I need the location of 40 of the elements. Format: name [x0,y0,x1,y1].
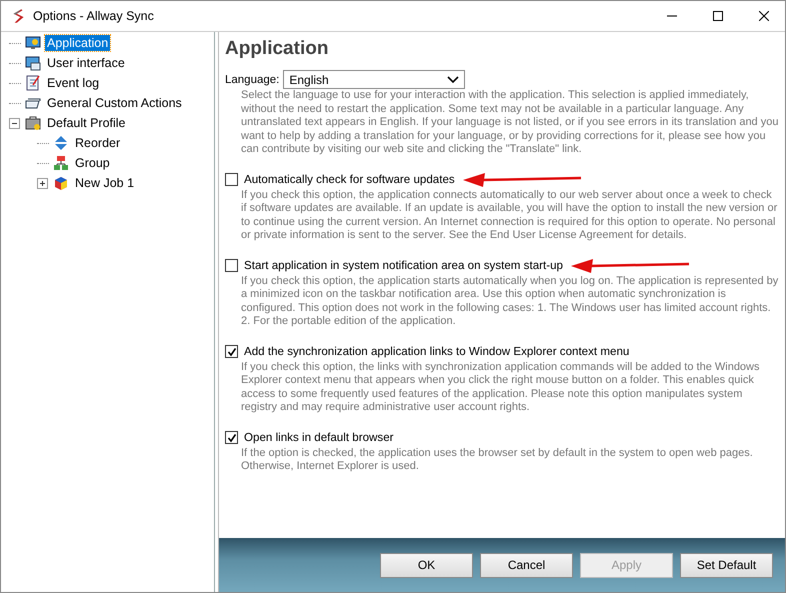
tree-item[interactable]: Application [45,35,110,51]
tree-item[interactable]: Event log [45,75,102,91]
dialog-button[interactable]: OK [380,552,473,578]
option-label[interactable]: Open links in default browser [244,431,394,444]
checkbox[interactable] [225,259,238,272]
tree-item[interactable]: Group [73,155,112,171]
option-label[interactable]: Add the synchronization application links to Window Explorer context menu [244,345,630,358]
close-icon[interactable] [759,11,769,21]
checkbox[interactable] [225,345,238,358]
monitor-icon [25,55,41,71]
chevron-down-icon [447,76,460,84]
tree-item[interactable]: New Job 1 [73,175,136,191]
tree-item[interactable]: User interface [45,55,127,71]
option-label[interactable]: Automatically check for software updates [244,173,455,186]
checkbox[interactable] [225,173,238,186]
language-label: Language: [225,74,280,86]
option-description: Select the language to use for your interaction with the application. This selection is applied immediately, without the need to restart the application. Some text may not be available in a particular language. Any untranslated text appears in English. If your language is not listed, or if you see errors in its translation and you want to help by adding a translation for your language, or by providing corrections for it, please see how you can contribute by visiting our web site and clicking the "Translate" link. [241,89,779,156]
language-dropdown[interactable]: English [283,70,466,89]
briefcase-icon [25,115,41,131]
dialog-button[interactable]: Cancel [480,552,573,578]
expander-icon[interactable] [9,118,20,128]
page-heading: Application [225,38,330,60]
option-description: If the option is checked, the application uses the browser set by default in the system to open web pages. Otherwise, Internet Explorer is used. [241,446,754,474]
window-title: Options - Allway Sync [33,9,154,23]
monitor-icon [25,35,41,51]
up-down-arrows-icon [53,135,69,151]
maximize-icon[interactable] [713,11,723,21]
tree-item[interactable]: Reorder [73,135,122,151]
notebook-icon [25,75,41,91]
option-description: If you check this option, the application starts automatically when you log on. The application is represented by a minimized icon on the taskbar notification area. Use this option when automatic synchronization is configured. This option does not work in the following cases: 1. The Windows user has limited account rights. 2. For the portable edition of the application. [241,274,779,328]
option-description: If you check this option, the application connects automatically to our web server about once a week to check if software updates are available. If an update is available, you will have the option to install the new version or to continue using the current version. An Internet connection is required for this option to operate. No personal or private information is sent to the server. See the End User License Agreement for details. [241,188,778,242]
hierarchy-icon [53,155,69,171]
checkbox[interactable] [225,431,238,444]
cube-icon [53,175,69,191]
tree-item[interactable]: General Custom Actions [45,95,184,111]
tree-item[interactable]: Default Profile [45,115,128,131]
option-description: If you check this option, the links with synchronization application commands will be added to the Windows Explorer context menu that appears when you click the right mouse button on a folder. This enables quick access to some frequently used features of the application. Please note this option manipulates system registry and may require administrative user account rights. [241,360,760,414]
option-label[interactable]: Start application in system notification area on system start-up [244,259,563,272]
dialog-button[interactable]: Set Default [680,552,773,578]
expander-icon[interactable] [37,178,48,188]
